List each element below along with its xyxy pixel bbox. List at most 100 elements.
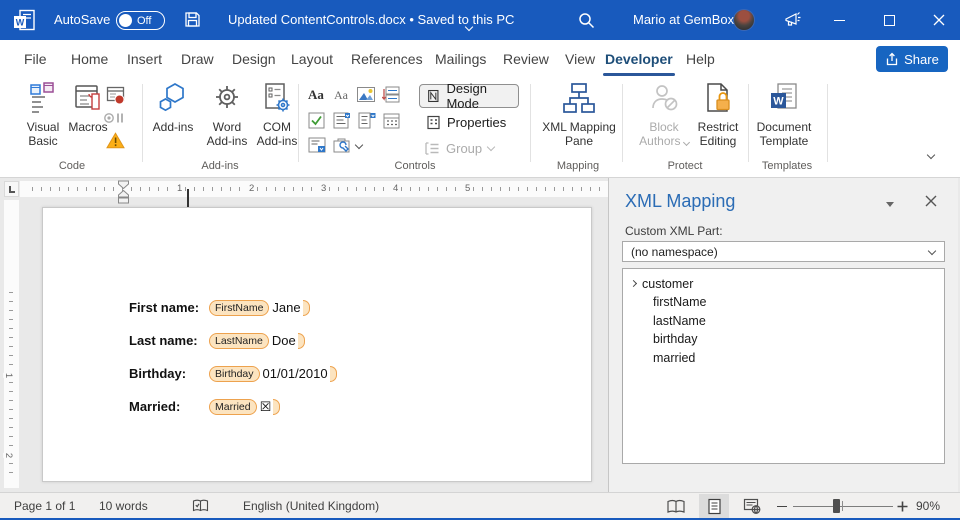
share-button[interactable]: Share <box>876 46 948 72</box>
content-control-value[interactable]: Jane <box>272 300 300 315</box>
xml-mapping-pane-icon <box>536 82 622 118</box>
group-button: Group <box>424 141 494 156</box>
word-app-icon[interactable]: W <box>12 8 36 37</box>
rich-text-control-icon[interactable]: Aa <box>308 87 324 103</box>
xml-mapping-pane-button[interactable]: XML Mapping Pane <box>536 82 622 148</box>
pane-menu-caret-icon[interactable] <box>886 202 894 207</box>
indent-marker[interactable] <box>117 180 130 209</box>
tree-node-married[interactable]: married <box>623 349 944 368</box>
restrict-editing-label: Restrict Editing <box>692 120 744 148</box>
content-control-value[interactable]: Doe <box>272 333 296 348</box>
minimize-button[interactable] <box>817 0 861 40</box>
warning-icon[interactable] <box>106 132 125 149</box>
autosave-label: AutoSave <box>54 12 110 27</box>
checkbox-control-icon[interactable] <box>308 112 325 129</box>
combo-box-control-icon[interactable] <box>333 112 351 129</box>
legacy-tools-icon[interactable] <box>333 137 352 153</box>
com-add-ins-button[interactable]: COM Add-ins <box>250 82 304 148</box>
pane-close-icon[interactable] <box>925 194 937 212</box>
legacy-tools-chevron-icon[interactable] <box>356 142 362 148</box>
proofing-icon[interactable] <box>192 493 209 519</box>
horizontal-ruler[interactable]: 1 2 3 4 5 <box>20 181 608 197</box>
properties-button[interactable]: Properties <box>426 115 506 130</box>
tab-help[interactable]: Help <box>684 40 717 78</box>
account-name[interactable]: Mario at GemBox <box>633 12 734 27</box>
tree-node-birthday[interactable]: birthday <box>623 330 944 349</box>
print-layout-button[interactable] <box>699 494 729 518</box>
zoom-out-button[interactable] <box>773 493 791 519</box>
tree-node-customer[interactable]: customer <box>623 274 944 293</box>
language-indicator[interactable]: English (United Kingdom) <box>243 493 379 519</box>
zoom-slider-track[interactable] <box>793 506 893 507</box>
tab-review[interactable]: Review <box>501 40 551 78</box>
zoom-slider-thumb[interactable] <box>833 499 840 513</box>
field-label: Married: <box>129 399 209 414</box>
content-control-tag[interactable]: FirstName <box>209 300 269 316</box>
restrict-editing-icon <box>692 82 744 118</box>
content-control-tag[interactable]: Married <box>209 399 257 415</box>
tree-node-firstname[interactable]: firstName <box>623 293 944 312</box>
tab-view[interactable]: View <box>563 40 597 78</box>
avatar[interactable] <box>733 9 755 31</box>
ribbon: Visual Basic Macros Code Add-ins Word Ad… <box>0 78 960 178</box>
date-picker-control-icon[interactable] <box>383 112 400 129</box>
tab-mailings[interactable]: Mailings <box>433 40 488 78</box>
macros-button[interactable]: Macros <box>64 82 112 134</box>
building-block-gallery-control-icon[interactable] <box>308 137 326 153</box>
zoom-level[interactable]: 90% <box>916 493 940 519</box>
restrict-editing-button[interactable]: Restrict Editing <box>692 82 744 148</box>
field-row-birthday: Birthday: Birthday 01/01/2010 <box>129 365 337 382</box>
save-icon[interactable] <box>184 11 201 33</box>
ruler-number: 4 <box>391 183 400 194</box>
add-ins-button[interactable]: Add-ins <box>152 82 194 134</box>
word-count[interactable]: 10 words <box>99 493 148 519</box>
document-page[interactable]: First name: FirstName Jane Last name: La… <box>42 207 592 482</box>
word-add-ins-button[interactable]: Word Add-ins <box>200 82 254 148</box>
feedback-megaphone-icon[interactable] <box>783 10 802 34</box>
web-layout-button[interactable] <box>737 494 767 518</box>
close-button[interactable] <box>917 0 960 40</box>
tab-insert[interactable]: Insert <box>125 40 164 78</box>
dropdown-list-control-icon[interactable] <box>358 112 376 129</box>
tab-selector[interactable] <box>4 181 19 197</box>
picture-control-icon[interactable] <box>357 87 375 102</box>
tree-node-lastname[interactable]: lastName <box>623 312 944 331</box>
read-mode-button[interactable] <box>661 494 691 518</box>
field-label: First name: <box>129 300 209 315</box>
repeating-section-control-icon[interactable] <box>382 86 400 103</box>
svg-text:W: W <box>773 96 784 108</box>
tab-layout[interactable]: Layout <box>289 40 335 78</box>
checkbox-control-value[interactable]: ☒ <box>260 399 272 415</box>
vertical-ruler[interactable]: 1 2 <box>4 200 19 488</box>
properties-icon <box>426 115 441 130</box>
design-mode-button[interactable]: Design Mode <box>419 84 519 108</box>
record-macro-icon[interactable] <box>106 86 125 105</box>
content-control-tag[interactable]: LastName <box>209 333 269 349</box>
tab-developer[interactable]: Developer <box>603 40 675 78</box>
tab-design[interactable]: Design <box>230 40 278 78</box>
tab-home[interactable]: Home <box>69 40 110 78</box>
zoom-in-button[interactable] <box>893 493 911 519</box>
page-info[interactable]: Page 1 of 1 <box>14 493 75 519</box>
tree-expander-icon[interactable] <box>630 280 637 287</box>
group-separator <box>748 84 749 162</box>
content-control-value[interactable]: 01/01/2010 <box>263 366 328 381</box>
custom-xml-part-label: Custom XML Part: <box>625 224 723 238</box>
title-chevron-down-icon[interactable] <box>466 17 472 35</box>
share-icon <box>885 52 899 66</box>
document-template-button[interactable]: W Document Template <box>752 82 816 148</box>
maximize-button[interactable] <box>867 0 911 40</box>
collapse-ribbon-chevron-icon[interactable] <box>928 152 934 158</box>
visual-basic-button[interactable]: Visual Basic <box>16 82 70 148</box>
search-icon[interactable] <box>578 12 595 34</box>
pane-separator[interactable] <box>608 178 609 492</box>
namespace-select[interactable]: (no namespace) <box>622 241 945 262</box>
tab-references[interactable]: References <box>349 40 425 78</box>
tab-draw[interactable]: Draw <box>179 40 216 78</box>
tab-file[interactable]: File <box>22 40 49 78</box>
xml-tree[interactable]: customer firstName lastName birthday mar… <box>622 268 945 464</box>
autosave-toggle[interactable]: Off <box>116 11 165 30</box>
tab-stop-marker[interactable] <box>187 189 189 207</box>
plain-text-control-icon[interactable]: Aa <box>334 88 348 103</box>
content-control-tag[interactable]: Birthday <box>209 366 260 382</box>
